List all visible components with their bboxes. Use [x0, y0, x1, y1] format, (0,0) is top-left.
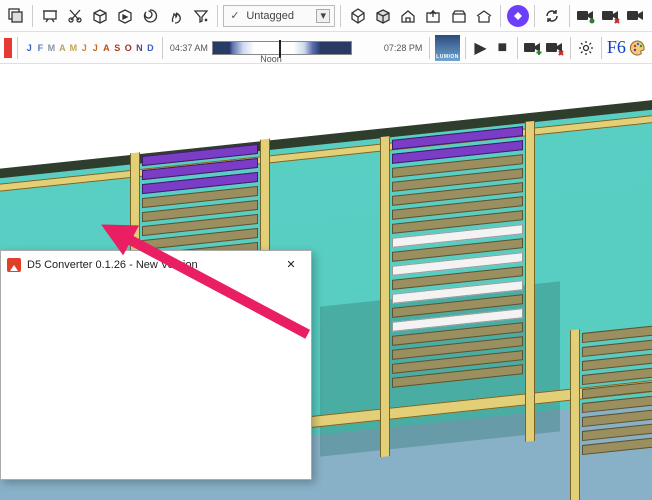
toolbar-separator — [601, 37, 602, 59]
open-box-icon[interactable] — [447, 4, 470, 28]
d5-plugin-icon[interactable] — [506, 4, 529, 28]
toolbar-separator — [429, 37, 430, 59]
model-stair — [570, 318, 652, 500]
tags-dropdown-value: Untagged — [246, 10, 294, 22]
solid-box-icon[interactable] — [371, 4, 394, 28]
month-letter: M — [47, 43, 56, 53]
box-icon[interactable] — [88, 4, 111, 28]
f6-script-icon[interactable]: F6 — [606, 36, 626, 60]
camera-add-icon[interactable] — [523, 36, 543, 60]
time-slider[interactable] — [212, 41, 352, 55]
camera-dot-icon[interactable] — [575, 4, 598, 28]
present-icon[interactable] — [38, 4, 61, 28]
flame-icon[interactable] — [164, 4, 187, 28]
month-scale[interactable]: JFMAMJJASOND — [23, 43, 157, 53]
palette-icon[interactable] — [628, 36, 648, 60]
toolbar-separator — [570, 37, 571, 59]
box-play-icon[interactable] — [114, 4, 137, 28]
camera-x-icon[interactable] — [600, 4, 623, 28]
toolbar-separator — [569, 5, 570, 27]
month-letter: O — [124, 43, 133, 53]
month-letter: S — [113, 43, 122, 53]
month-letter: J — [80, 43, 89, 53]
toolbar-separator — [32, 5, 33, 27]
tags-dropdown[interactable]: ✓ Untagged ▾ — [223, 5, 335, 27]
month-letter: J — [91, 43, 100, 53]
toolbar-separator — [534, 5, 535, 27]
toolbar-separator — [162, 37, 163, 59]
chevron-down-icon[interactable]: ▾ — [316, 9, 330, 23]
month-letter: N — [135, 43, 144, 53]
sunrise-label: 04:37 AM — [168, 43, 210, 53]
toolbar-separator — [17, 37, 18, 59]
diamond-box-icon[interactable] — [346, 4, 369, 28]
model-stair — [380, 121, 535, 457]
time-toolbar: JFMAMJJASOND 04:37 AM Noon 07:28 PM LUMI… — [0, 32, 652, 64]
camera-remove-icon[interactable] — [545, 36, 565, 60]
home-icon[interactable] — [397, 4, 420, 28]
filter-expand-icon[interactable] — [189, 4, 212, 28]
cut-icon[interactable] — [63, 4, 86, 28]
tag-check-icon: ✓ — [230, 9, 240, 22]
month-letter: A — [58, 43, 67, 53]
toolbar-separator — [340, 5, 341, 27]
month-letter: A — [102, 43, 111, 53]
sketchup-app-icon — [7, 258, 21, 272]
d5-converter-dialog: D5 Converter 0.1.26 - New Version ✕ — [0, 250, 312, 480]
refresh-icon[interactable] — [540, 4, 563, 28]
close-button[interactable]: ✕ — [275, 254, 307, 276]
export-icon[interactable] — [422, 4, 445, 28]
toolbar-separator — [217, 5, 218, 27]
toolbar-separator — [500, 5, 501, 27]
lumion-plugin-icon[interactable]: LUMION — [435, 35, 460, 61]
toolbar-separator — [517, 37, 518, 59]
spiral-icon[interactable] — [139, 4, 162, 28]
main-toolbar: ✓ Untagged ▾ — [0, 0, 652, 32]
toolbar-separator — [465, 37, 466, 59]
month-letter: F — [36, 43, 45, 53]
sunset-label: 07:28 PM — [382, 43, 425, 53]
month-letter: M — [69, 43, 78, 53]
red-tab-icon[interactable] — [4, 38, 12, 58]
stop-button[interactable]: ■ — [492, 36, 512, 60]
gear-icon[interactable] — [576, 36, 596, 60]
noon-label: Noon — [258, 54, 284, 64]
play-button[interactable]: ▶ — [471, 36, 491, 60]
camera-plain-icon[interactable] — [625, 4, 648, 28]
shadow-rect-icon[interactable] — [4, 4, 27, 28]
roof-icon[interactable] — [472, 4, 495, 28]
month-letter: D — [146, 43, 155, 53]
month-letter: J — [25, 43, 34, 53]
